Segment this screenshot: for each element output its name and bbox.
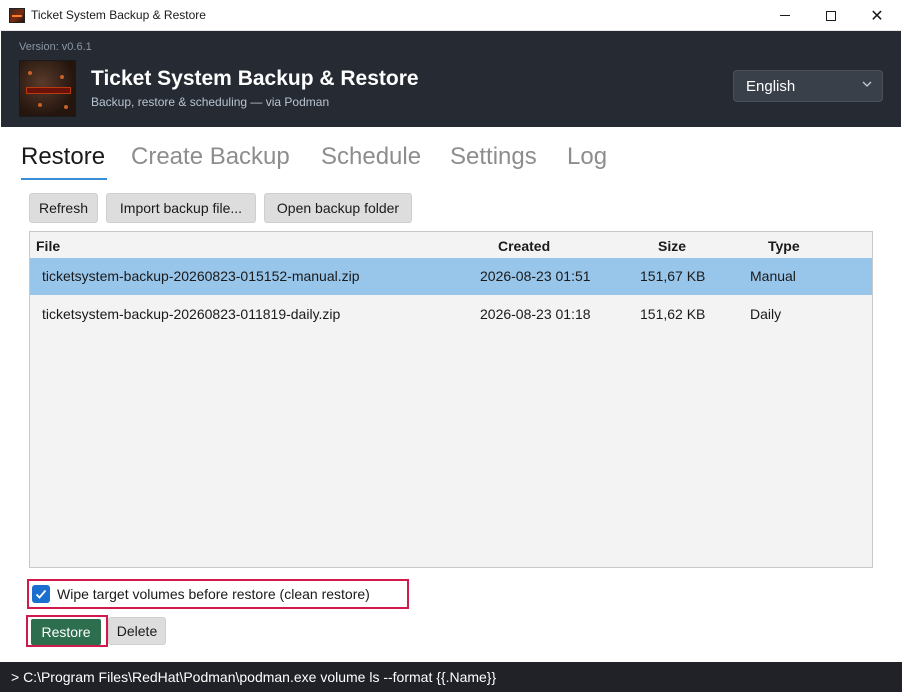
logo-decoration	[38, 103, 42, 107]
app-logo	[19, 60, 76, 117]
column-header-size[interactable]: Size	[658, 238, 686, 254]
column-header-file[interactable]: File	[36, 238, 60, 254]
app-title: Ticket System Backup & Restore	[91, 67, 419, 90]
tab-restore[interactable]: Restore	[21, 143, 105, 171]
row-created: 2026-08-23 01:18	[480, 306, 591, 322]
tab-create-backup[interactable]: Create Backup	[131, 143, 290, 171]
refresh-button[interactable]: Refresh	[29, 193, 98, 223]
app-icon	[9, 8, 25, 23]
status-bar: > C:\Program Files\RedHat\Podman\podman.…	[0, 662, 902, 692]
wipe-volumes-label[interactable]: Wipe target volumes before restore (clea…	[57, 586, 370, 602]
minimize-button[interactable]	[762, 0, 808, 31]
restore-button[interactable]: Restore	[31, 619, 101, 645]
close-button[interactable]: ✕	[854, 0, 900, 31]
column-header-type[interactable]: Type	[768, 238, 800, 254]
logo-decoration	[64, 105, 68, 109]
wipe-volumes-highlight: Wipe target volumes before restore (clea…	[27, 579, 409, 609]
row-type: Manual	[750, 268, 796, 284]
maximize-button[interactable]	[808, 0, 854, 31]
active-tab-indicator	[21, 178, 107, 180]
status-command-text: > C:\Program Files\RedHat\Podman\podman.…	[11, 669, 497, 685]
logo-decoration	[60, 75, 64, 79]
window-titlebar: Ticket System Backup & Restore ✕	[0, 0, 902, 31]
tab-settings[interactable]: Settings	[450, 143, 537, 171]
import-backup-button[interactable]: Import backup file...	[106, 193, 256, 223]
logo-decoration	[28, 71, 32, 75]
checkmark-icon	[35, 589, 47, 599]
delete-button[interactable]: Delete	[108, 617, 166, 645]
row-file: ticketsystem-backup-20260823-011819-dail…	[42, 306, 341, 322]
table-row[interactable]: ticketsystem-backup-20260823-011819-dail…	[30, 296, 872, 333]
open-backup-folder-button[interactable]: Open backup folder	[264, 193, 412, 223]
minimize-icon	[780, 15, 790, 16]
table-row[interactable]: ticketsystem-backup-20260823-015152-manu…	[30, 258, 872, 295]
tab-log[interactable]: Log	[567, 143, 607, 171]
language-value: English	[746, 78, 796, 95]
maximize-icon	[826, 10, 836, 21]
version-label: Version: v0.6.1	[19, 41, 92, 53]
chevron-down-icon	[862, 81, 872, 87]
row-size: 151,67 KB	[640, 268, 706, 284]
app-subtitle: Backup, restore & scheduling — via Podma…	[91, 95, 330, 109]
row-type: Daily	[750, 306, 782, 322]
column-header-created[interactable]: Created	[498, 238, 550, 254]
row-file: ticketsystem-backup-20260823-015152-manu…	[42, 268, 360, 284]
app-header: Version: v0.6.1 Ticket System Backup & R…	[1, 31, 901, 127]
backup-table: File Created Size Type ticketsystem-back…	[29, 231, 873, 568]
restore-highlight: Restore	[26, 615, 108, 647]
tab-schedule[interactable]: Schedule	[321, 143, 421, 171]
language-select[interactable]: English	[733, 70, 883, 102]
logo-banner	[26, 87, 71, 94]
row-size: 151,62 KB	[640, 306, 706, 322]
wipe-volumes-checkbox[interactable]	[32, 585, 50, 603]
row-created: 2026-08-23 01:51	[480, 268, 591, 284]
window-title: Ticket System Backup & Restore	[31, 8, 206, 22]
